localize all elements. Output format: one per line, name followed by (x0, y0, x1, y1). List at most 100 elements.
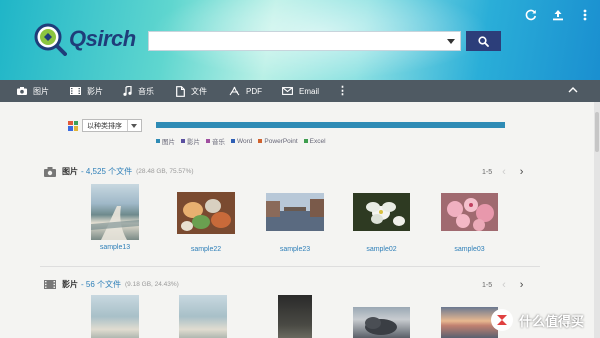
thumbnail-label: sample02 (366, 246, 397, 253)
tab-videos[interactable]: 影片 (70, 80, 103, 102)
smzdm-logo-icon (490, 309, 513, 331)
videos-pager: 1-5 ‹ › (482, 279, 523, 291)
tab-label: 影片 (87, 86, 103, 96)
legend-swatch (206, 139, 210, 143)
thumbnail-image (353, 307, 410, 338)
legend-item: PowerPoint (258, 136, 298, 146)
sort-select[interactable]: 以种类排序 (82, 119, 142, 132)
storage-usage-bar (156, 122, 505, 128)
scrollbar[interactable] (594, 102, 600, 338)
scrollbar-thumb[interactable] (595, 112, 599, 152)
chevron-right-icon[interactable]: › (520, 166, 524, 178)
film-icon (44, 280, 56, 289)
photo-thumbnail[interactable]: sample23 (266, 193, 324, 253)
qsirch-logo[interactable]: Qsirch (33, 22, 136, 56)
watermark-text: 什么值得买 (518, 313, 584, 329)
section-category: 影片 (62, 280, 78, 289)
chevron-left-icon[interactable]: ‹ (502, 166, 506, 178)
email-icon (282, 87, 293, 95)
legend-item: 图片 (156, 136, 175, 146)
tab-label: 音乐 (138, 86, 154, 96)
section-count[interactable]: - 4,525 个文件 (81, 166, 132, 177)
legend-item: 影片 (181, 136, 200, 146)
thumbnail-image (441, 307, 498, 338)
thumbnail-image (278, 295, 312, 338)
sort-select-value: 以种类排序 (87, 122, 122, 130)
refresh-icon[interactable] (524, 8, 538, 22)
section-divider (40, 266, 540, 267)
thumbnail-label: sample23 (279, 246, 311, 253)
videos-section-header: 影片 - 56 个文件 (9.18 GB, 24.43%) (44, 279, 179, 290)
section-size: (9.18 GB, 24.43%) (125, 281, 179, 288)
video-thumbnail[interactable] (441, 307, 498, 338)
legend-item: Excel (303, 136, 326, 146)
search-box[interactable] (148, 31, 461, 51)
music-icon (123, 86, 132, 96)
watermark: 什么值得买 (490, 309, 584, 331)
video-thumbnail[interactable] (278, 295, 312, 338)
tab-documents[interactable]: 文件 (176, 80, 207, 102)
app-name: Qsirch (69, 26, 136, 51)
film-icon (70, 87, 81, 95)
chevron-left-icon[interactable]: ‹ (502, 279, 506, 291)
tab-photos[interactable]: 图片 (17, 80, 49, 102)
search-input[interactable] (149, 33, 439, 51)
camera-icon (44, 166, 56, 177)
photo-thumbnail[interactable]: sample13 (91, 184, 139, 251)
tab-label: 文件 (191, 86, 207, 96)
search-icon (478, 35, 489, 47)
photos-section-header: 图片 - 4,525 个文件 (28.48 GB, 75.57%) (44, 166, 194, 177)
legend-swatch (258, 139, 263, 143)
photo-thumbnail[interactable]: sample03 (441, 193, 498, 253)
tab-pdf[interactable]: PDF (229, 80, 262, 102)
thumbnail-label: sample22 (190, 246, 222, 253)
thumbnail-image (441, 193, 498, 231)
more-tabs-icon[interactable]: ⋮ (337, 84, 348, 97)
magnifier-logo-icon (33, 22, 67, 56)
pdf-icon (229, 86, 240, 96)
category-tabbar: 图片 影片 音乐 文件 PDF Email ⋮ (0, 80, 600, 102)
pager-range: 1-5 (482, 281, 493, 289)
video-thumbnail[interactable] (91, 295, 139, 338)
upload-icon[interactable] (551, 8, 565, 22)
legend-swatch (231, 139, 235, 143)
tab-label: Email (299, 86, 320, 96)
tab-music[interactable]: 音乐 (123, 80, 154, 102)
legend-swatch (156, 139, 160, 143)
video-thumbnail[interactable] (353, 307, 410, 338)
section-size: (28.48 GB, 75.57%) (136, 168, 194, 175)
thumbnail-image (177, 192, 235, 234)
tab-label: PDF (246, 86, 262, 96)
thumbnail-image (353, 193, 410, 231)
thumbnail-image (266, 193, 324, 231)
photos-pager: 1-5 ‹ › (482, 166, 523, 178)
camera-icon (17, 87, 27, 95)
pager-range: 1-5 (482, 168, 493, 176)
section-category: 图片 (62, 167, 78, 176)
section-count[interactable]: - 56 个文件 (81, 279, 121, 290)
document-icon (176, 85, 185, 97)
chevron-up-icon[interactable] (568, 86, 578, 94)
search-button[interactable] (466, 31, 501, 51)
category-grid-icon (68, 120, 78, 131)
video-thumbnail[interactable] (179, 295, 227, 338)
storage-legend: 图片 影片 音乐 Word PowerPoint Excel (156, 136, 326, 146)
photo-thumbnail[interactable]: sample02 (353, 193, 410, 253)
thumbnail-label: sample13 (99, 244, 131, 251)
thumbnail-image (179, 295, 227, 338)
legend-swatch (303, 139, 308, 143)
legend-item: Word (231, 136, 252, 146)
thumbnail-image (91, 184, 139, 240)
legend-item: 音乐 (206, 136, 225, 146)
app-header: Qsirch (0, 0, 600, 80)
photo-thumbnail[interactable]: sample22 (177, 192, 235, 253)
legend-swatch (181, 139, 185, 143)
thumbnail-label: sample03 (454, 246, 485, 253)
chevron-down-icon (131, 123, 137, 128)
chevron-right-icon[interactable]: › (520, 279, 524, 291)
tab-label: 图片 (33, 86, 49, 96)
thumbnail-image (91, 295, 139, 338)
chevron-down-icon[interactable] (447, 39, 455, 44)
more-vertical-icon[interactable] (578, 8, 592, 22)
tab-email[interactable]: Email (282, 80, 319, 102)
